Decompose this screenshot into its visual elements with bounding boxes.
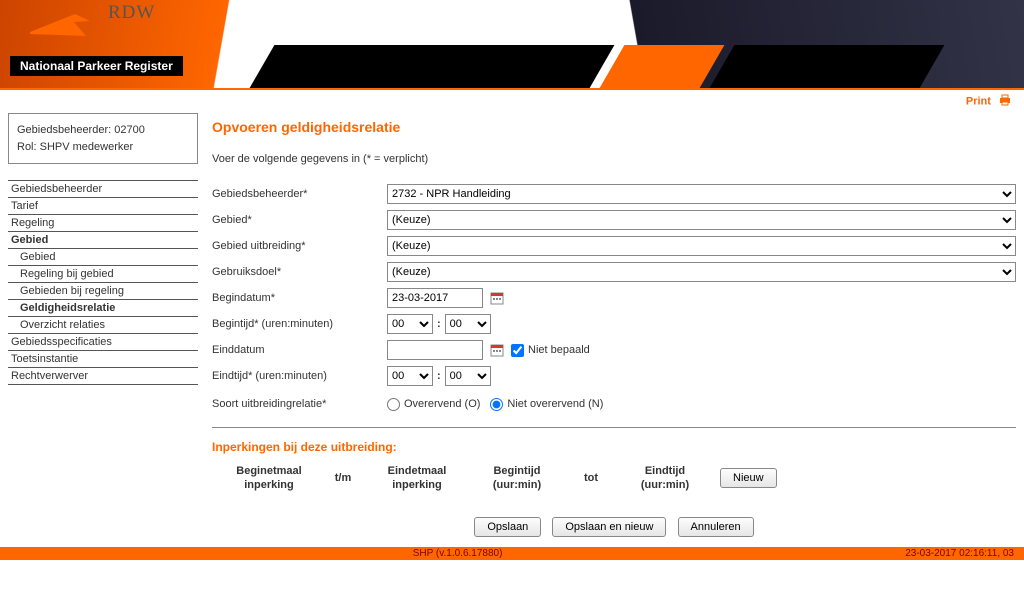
col-eindetmaal: Eindetmaal inperking [372,464,462,493]
label-begintijd: Begintijd* (uren:minuten) [212,318,387,330]
select-begintijd-mm[interactable]: 00 [445,314,491,334]
nav-item[interactable]: Gebied [8,249,198,266]
radio-niet-overervend-label: Niet overervend (N) [507,398,603,410]
nav-item[interactable]: Rechtverwerver [8,368,198,385]
time-colon: : [437,318,441,330]
label-gebruiksdoel: Gebruiksdoel* [212,266,387,278]
radio-niet-overervend[interactable] [490,398,503,411]
nav-item[interactable]: Gebieden bij regeling [8,283,198,300]
nav-item[interactable]: Gebiedsbeheerder [8,181,198,198]
input-begindatum[interactable] [387,288,483,308]
footer: SHP (v.1.0.6.17880) 23-03-2017 02:16:11,… [0,547,1024,560]
separator [212,427,1016,428]
select-gebiedsbeheerder[interactable]: 2732 - NPR Handleiding [387,184,1016,204]
header-subtitle: Nationaal Parkeer Register [10,56,183,76]
info-rol: Rol: SHPV medewerker [17,139,189,156]
nav-item[interactable]: Toetsinstantie [8,351,198,368]
select-gebruiksdoel[interactable]: (Keuze) [387,262,1016,282]
col-beginetmaal: Beginetmaal inperking [224,464,314,493]
nav-item[interactable]: Gebiedsspecificaties [8,334,198,351]
label-soort: Soort uitbreidingrelatie* [212,398,387,410]
nav-item[interactable]: Regeling [8,215,198,232]
nieuw-button[interactable]: Nieuw [720,468,777,488]
nav-item[interactable]: Geldigheidsrelatie [8,300,198,317]
label-gebiedsbeheerder: Gebiedsbeheerder* [212,188,387,200]
nav-item[interactable]: Overzicht relaties [8,317,198,334]
nav-item[interactable]: Tarief [8,198,198,215]
footer-version: SHP (v.1.0.6.17880) [10,548,905,559]
calendar-icon[interactable] [489,342,505,358]
calendar-icon[interactable] [489,290,505,306]
select-gebied-uitbreiding[interactable]: (Keuze) [387,236,1016,256]
info-gebiedsbeheerder: Gebiedsbeheerder: 02700 [17,122,189,139]
opslaan-button[interactable]: Opslaan [474,517,541,537]
label-gebied-uitbreiding: Gebied uitbreiding* [212,240,387,252]
col-begintijd: Begintijd (uur:min) [472,464,562,493]
print-bar: Print [0,90,1024,113]
header: RDW Nationaal Parkeer Register [0,0,1024,90]
label-niet-bepaald: Niet bepaald [528,344,590,356]
header-decoration [246,45,615,90]
print-link[interactable]: Print [966,95,991,107]
label-begindatum: Begindatum* [212,292,387,304]
annuleren-button[interactable]: Annuleren [678,517,754,537]
page-title: Opvoeren geldigheidsrelatie [212,119,1016,135]
label-einddatum: Einddatum [212,344,387,356]
select-begintijd-hh[interactable]: 00 [387,314,433,334]
footer-timestamp: 23-03-2017 02:16:11, 03 [905,548,1014,559]
main-panel: Opvoeren geldigheidsrelatie Voer de volg… [212,113,1016,541]
logo-arrow-icon [30,14,90,36]
inperkingen-columns: Beginetmaal inperking t/m Eindetmaal inp… [212,464,1016,493]
nav-item[interactable]: Regeling bij gebied [8,266,198,283]
radio-overervend[interactable] [387,398,400,411]
col-tot: tot [572,472,610,484]
select-gebied[interactable]: (Keuze) [387,210,1016,230]
printer-icon[interactable] [998,94,1012,109]
col-tm: t/m [324,472,362,484]
label-gebied: Gebied* [212,214,387,226]
nav-item[interactable]: Gebied [8,232,198,249]
checkbox-niet-bepaald[interactable] [511,344,524,357]
instruction-text: Voer de volgende gegevens in (* = verpli… [212,153,1016,165]
label-eindtijd: Eindtijd* (uren:minuten) [212,370,387,382]
select-eindtijd-hh[interactable]: 00 [387,366,433,386]
sidebar: Gebiedsbeheerder: 02700 Rol: SHPV medewe… [8,113,198,541]
user-info-box: Gebiedsbeheerder: 02700 Rol: SHPV medewe… [8,113,198,164]
opslaan-en-nieuw-button[interactable]: Opslaan en nieuw [552,517,666,537]
inperkingen-header: Inperkingen bij deze uitbreiding: [212,440,1016,454]
checkbox-niet-bepaald-wrap[interactable]: Niet bepaald [511,344,590,357]
header-decoration [706,45,945,90]
radio-niet-overervend-wrap[interactable]: Niet overervend (N) [490,398,603,411]
input-einddatum[interactable] [387,340,483,360]
radio-overervend-wrap[interactable]: Overervend (O) [387,398,480,411]
select-eindtijd-mm[interactable]: 00 [445,366,491,386]
col-eindtijd: Eindtijd (uur:min) [620,464,710,493]
nav-menu: GebiedsbeheerderTariefRegelingGebiedGebi… [8,180,198,385]
brand-text: RDW [108,2,155,24]
time-colon: : [437,370,441,382]
radio-overervend-label: Overervend (O) [404,398,480,410]
action-buttons: Opslaan Opslaan en nieuw Annuleren [212,517,1016,537]
